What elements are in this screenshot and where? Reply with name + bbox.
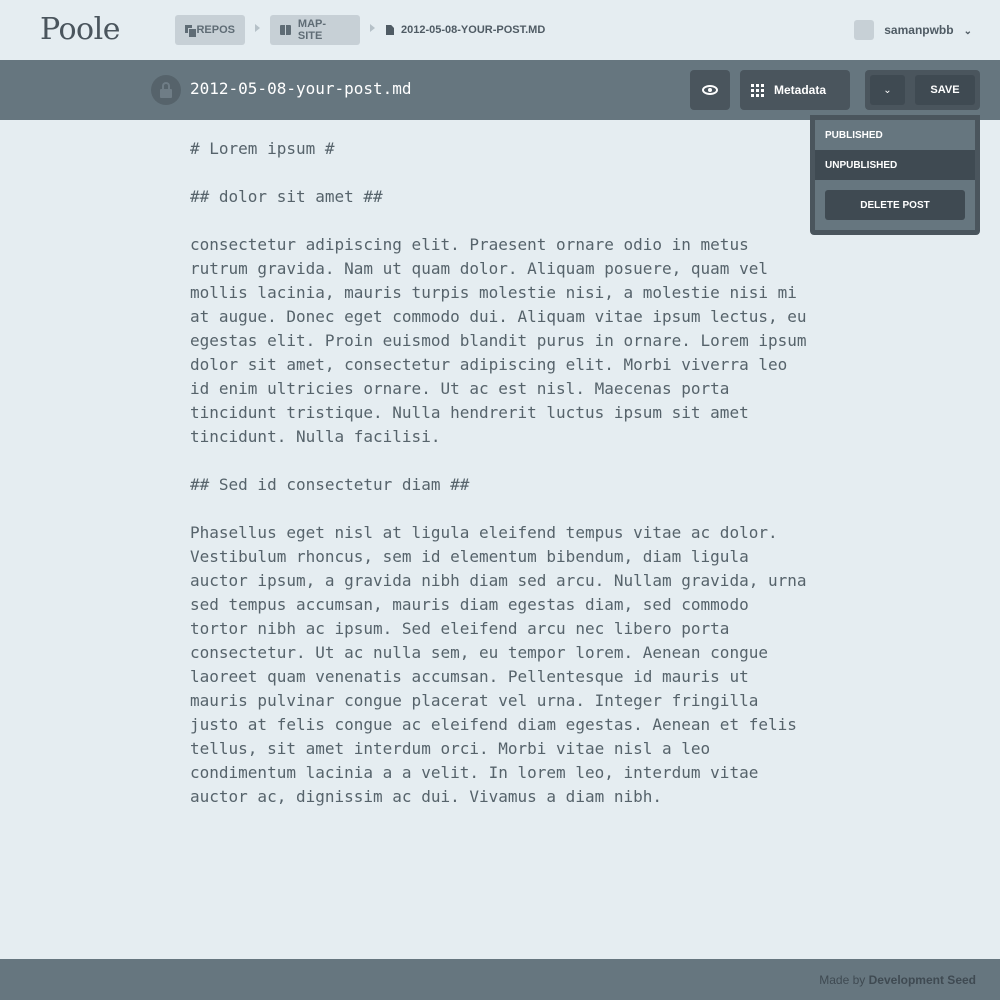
user-menu[interactable]: samanpwbb ⌄ [854, 20, 972, 40]
footer-credit: Made by Development Seed [819, 973, 976, 987]
avatar [854, 20, 875, 40]
editor-line: egestas elit. Proin euismod blandit puru… [190, 331, 807, 350]
book-icon [280, 25, 291, 35]
chevron-down-icon: ⌄ [883, 84, 892, 96]
breadcrumb-file-label: 2012-05-08-your-post.md [401, 24, 546, 36]
breadcrumb-map-site-label: Map-site [297, 18, 327, 42]
editor-line: consectetur adipiscing elit. Praesent or… [190, 235, 749, 254]
breadcrumb-separator-icon [370, 24, 375, 32]
metadata-label: Metadata [774, 83, 827, 97]
editor-line: consectetur. Ut ac nulla sem, eu tempor … [190, 643, 768, 662]
editor-line: auctor ac, dignissim ac dui. Vivamus a d… [190, 787, 663, 806]
menu-item-published[interactable]: Published [815, 120, 975, 150]
eye-icon [702, 85, 718, 95]
publish-dropdown-button[interactable]: ⌄ [870, 75, 905, 105]
delete-post-button[interactable]: Delete Post [825, 190, 965, 220]
editor-line: dolor sit amet, consectetur adipiscing e… [190, 355, 788, 374]
breadcrumb-repos[interactable]: Repos [175, 15, 245, 45]
breadcrumb-current-file: 2012-05-08-your-post.md [378, 15, 545, 45]
grid-icon [751, 83, 764, 97]
publish-dropdown-menu: Published Unpublished Delete Post [810, 115, 980, 235]
editor-line: tellus, sit amet interdum orci. Morbi vi… [190, 739, 711, 758]
metadata-button[interactable]: Metadata [740, 70, 850, 110]
app-logo[interactable]: Poole [40, 12, 120, 47]
lock-icon[interactable] [151, 75, 181, 105]
editor-line: at augue. Donec eget commodo dui. Aliqua… [190, 307, 807, 326]
footer: Made by Development Seed [0, 959, 1000, 1000]
menu-item-unpublished[interactable]: Unpublished [815, 150, 975, 180]
preview-button[interactable] [690, 70, 730, 110]
breadcrumb-repos-label: Repos [196, 24, 235, 36]
save-group: ⌄ Save [865, 70, 980, 110]
document-icon [386, 25, 394, 35]
editor-line: auctor ipsum, a gravida nibh diam sed ar… [190, 571, 807, 590]
made-by-label: Made by [819, 973, 866, 987]
chevron-down-icon: ⌄ [963, 25, 972, 37]
editor-line: # Lorem ipsum # [190, 139, 335, 158]
editor-line: condimentum lacinia a a velit. In lorem … [190, 763, 759, 782]
file-name[interactable]: 2012-05-08-your-post.md [190, 79, 412, 98]
breadcrumb-map-site[interactable]: Map-site [270, 15, 360, 45]
editor-line: sed tempus accumsan, mauris diam egestas… [190, 595, 749, 614]
dropdown-panel: Published Unpublished Delete Post [815, 120, 975, 230]
editor-line: mauris pulvinar congue placerat vel urna… [190, 691, 759, 710]
editor-line: tincidunt tristique. Nulla hendrerit luc… [190, 403, 749, 422]
editor-line: tincidunt. Nulla facilisi. [190, 427, 441, 446]
save-button[interactable]: Save [915, 75, 975, 105]
repos-icon [185, 24, 198, 37]
editor-line: tortor nibh ac ipsum. Sed eleifend arcu … [190, 619, 730, 638]
company-link[interactable]: Development Seed [869, 973, 976, 987]
editor-line: laoreet quam venenatis accumsan. Pellent… [190, 667, 749, 686]
username: samanpwbb [884, 23, 954, 37]
breadcrumb-separator-icon [255, 24, 260, 32]
editor-line: Vestibulum rhoncus, sem id elementum bib… [190, 547, 749, 566]
file-toolbar: 2012-05-08-your-post.md Metadata ⌄ Save [0, 60, 1000, 120]
editor-line: mollis lacinia, mauris turpis molestie n… [190, 283, 797, 302]
markdown-editor[interactable]: # Lorem ipsum # ## dolor sit amet ## conse… [190, 137, 820, 809]
editor-line: Phasellus eget nisl at ligula eleifend t… [190, 523, 778, 542]
editor-line: ## Sed id consectetur diam ## [190, 475, 470, 494]
editor-line: rutrum gravida. Nam ut quam dolor. Aliqu… [190, 259, 768, 278]
editor-line: id enim ultricies ornare. Ut ac est nisl… [190, 379, 730, 398]
top-header: Poole Repos Map-site 2012-05-08-your-pos… [0, 0, 1000, 60]
editor-line: justo at felis congue ac eleifend diam e… [190, 715, 797, 734]
editor-line: ## dolor sit amet ## [190, 187, 383, 206]
